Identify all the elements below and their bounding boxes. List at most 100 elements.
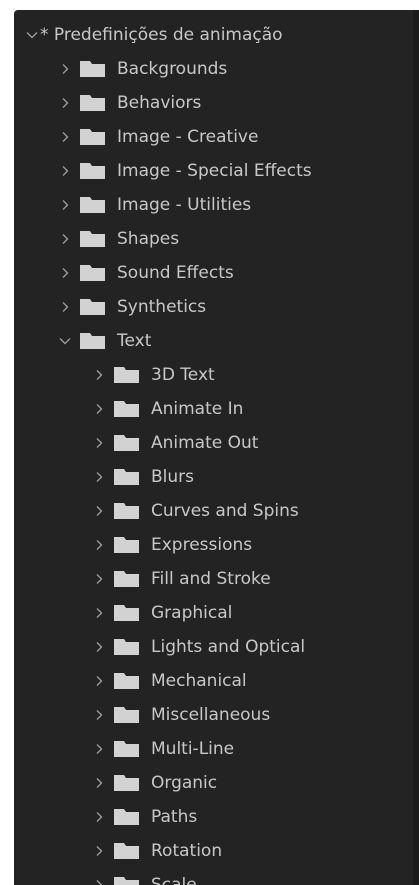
folder-icon <box>114 537 139 553</box>
tree-item-fill-and-stroke[interactable]: Fill and Stroke <box>14 562 413 596</box>
chevron-right-icon[interactable] <box>93 709 105 721</box>
chevron-right-icon[interactable] <box>93 403 105 415</box>
chevron-right-icon[interactable] <box>59 165 71 177</box>
tree-item-graphical[interactable]: Graphical <box>14 596 413 630</box>
folder-icon <box>80 95 105 111</box>
folder-icon <box>114 809 139 825</box>
folder-icon <box>114 741 139 757</box>
folder-icon <box>114 571 139 587</box>
chevron-right-icon[interactable] <box>93 879 105 885</box>
tree-root-animation-presets[interactable]: * Predefinições de animação <box>14 18 413 52</box>
chevron-right-icon[interactable] <box>93 743 105 755</box>
chevron-right-icon[interactable] <box>59 267 71 279</box>
folder-icon <box>80 299 105 315</box>
folder-icon <box>114 843 139 859</box>
tree-item-label: Blurs <box>151 467 195 487</box>
chevron-right-icon[interactable] <box>59 131 71 143</box>
tree-item-label: Image - Utilities <box>117 195 252 215</box>
tree-item-label: Image - Special Effects <box>117 161 312 181</box>
tree-item-image-special-effects[interactable]: Image - Special Effects <box>14 154 413 188</box>
tree-item-3d-text[interactable]: 3D Text <box>14 358 413 392</box>
folder-icon <box>80 163 105 179</box>
tree-item-label: Synthetics <box>117 297 207 317</box>
chevron-right-icon[interactable] <box>93 471 105 483</box>
chevron-right-icon[interactable] <box>59 63 71 75</box>
tree-item-backgrounds[interactable]: Backgrounds <box>14 52 413 86</box>
chevron-right-icon[interactable] <box>59 233 71 245</box>
chevron-right-icon[interactable] <box>93 675 105 687</box>
tree-item-image-utilities[interactable]: Image - Utilities <box>14 188 413 222</box>
tree-item-label: Text <box>117 331 152 351</box>
chevron-right-icon[interactable] <box>93 777 105 789</box>
tree-item-rotation[interactable]: Rotation <box>14 834 413 868</box>
chevron-right-icon[interactable] <box>93 607 105 619</box>
tree-item-label: Animate Out <box>151 433 259 453</box>
folder-icon <box>114 605 139 621</box>
folder-icon <box>114 367 139 383</box>
tree-item-label: Curves and Spins <box>151 501 299 521</box>
tree-item-label: Paths <box>151 807 198 827</box>
tree-item-image-creative[interactable]: Image - Creative <box>14 120 413 154</box>
tree-item-label: Sound Effects <box>117 263 234 283</box>
folder-icon <box>80 265 105 281</box>
tree-item-shapes[interactable]: Shapes <box>14 222 413 256</box>
tree-item-animate-out[interactable]: Animate Out <box>14 426 413 460</box>
chevron-right-icon[interactable] <box>93 811 105 823</box>
chevron-right-icon[interactable] <box>93 505 105 517</box>
tree-item-label: Rotation <box>151 841 223 861</box>
chevron-right-icon[interactable] <box>93 369 105 381</box>
chevron-right-icon[interactable] <box>59 199 71 211</box>
tree-item-text[interactable]: Text <box>14 324 413 358</box>
tree-item-miscellaneous[interactable]: Miscellaneous <box>14 698 413 732</box>
folder-icon <box>80 231 105 247</box>
tree-item-label: Fill and Stroke <box>151 569 271 589</box>
tree-item-lights-and-optical[interactable]: Lights and Optical <box>14 630 413 664</box>
folder-icon <box>80 129 105 145</box>
folder-icon <box>114 707 139 723</box>
folder-icon <box>114 673 139 689</box>
folder-icon <box>114 469 139 485</box>
tree-item-mechanical[interactable]: Mechanical <box>14 664 413 698</box>
tree-item-multi-line[interactable]: Multi-Line <box>14 732 413 766</box>
chevron-down-icon[interactable] <box>59 335 71 347</box>
tree-item-paths[interactable]: Paths <box>14 800 413 834</box>
tree-item-label: Mechanical <box>151 671 247 691</box>
tree-item-label: Miscellaneous <box>151 705 271 725</box>
chevron-down-icon[interactable] <box>26 29 38 41</box>
tree-item-organic[interactable]: Organic <box>14 766 413 800</box>
tree-root-label: * Predefinições de animação <box>40 25 283 45</box>
effects-presets-panel: * Predefinições de animação Backgrounds … <box>14 10 419 885</box>
chevron-right-icon[interactable] <box>93 641 105 653</box>
tree-item-label: Scale <box>151 875 197 885</box>
tree-item-label: Backgrounds <box>117 59 228 79</box>
tree-item-label: Organic <box>151 773 218 793</box>
chevron-right-icon[interactable] <box>59 97 71 109</box>
tree-item-curves-and-spins[interactable]: Curves and Spins <box>14 494 413 528</box>
tree-item-expressions[interactable]: Expressions <box>14 528 413 562</box>
tree-item-label: Lights and Optical <box>151 637 306 657</box>
tree-item-label: Image - Creative <box>117 127 259 147</box>
chevron-right-icon[interactable] <box>59 301 71 313</box>
tree-item-label: Multi-Line <box>151 739 235 759</box>
tree-item-synthetics[interactable]: Synthetics <box>14 290 413 324</box>
scrollbar[interactable] <box>413 10 419 885</box>
tree-item-label: 3D Text <box>151 365 215 385</box>
chevron-right-icon[interactable] <box>93 539 105 551</box>
chevron-right-icon[interactable] <box>93 437 105 449</box>
tree-item-animate-in[interactable]: Animate In <box>14 392 413 426</box>
tree-item-label: Animate In <box>151 399 244 419</box>
tree-item-label: Shapes <box>117 229 180 249</box>
chevron-right-icon[interactable] <box>93 845 105 857</box>
tree-item-blurs[interactable]: Blurs <box>14 460 413 494</box>
folder-icon <box>114 775 139 791</box>
tree-item-scale[interactable]: Scale <box>14 868 413 885</box>
folder-icon <box>114 503 139 519</box>
folder-icon <box>80 333 105 349</box>
chevron-right-icon[interactable] <box>93 573 105 585</box>
folder-icon <box>114 435 139 451</box>
tree-item-behaviors[interactable]: Behaviors <box>14 86 413 120</box>
folder-icon <box>114 401 139 417</box>
tree-item-sound-effects[interactable]: Sound Effects <box>14 256 413 290</box>
folder-icon <box>80 61 105 77</box>
folder-icon <box>80 197 105 213</box>
